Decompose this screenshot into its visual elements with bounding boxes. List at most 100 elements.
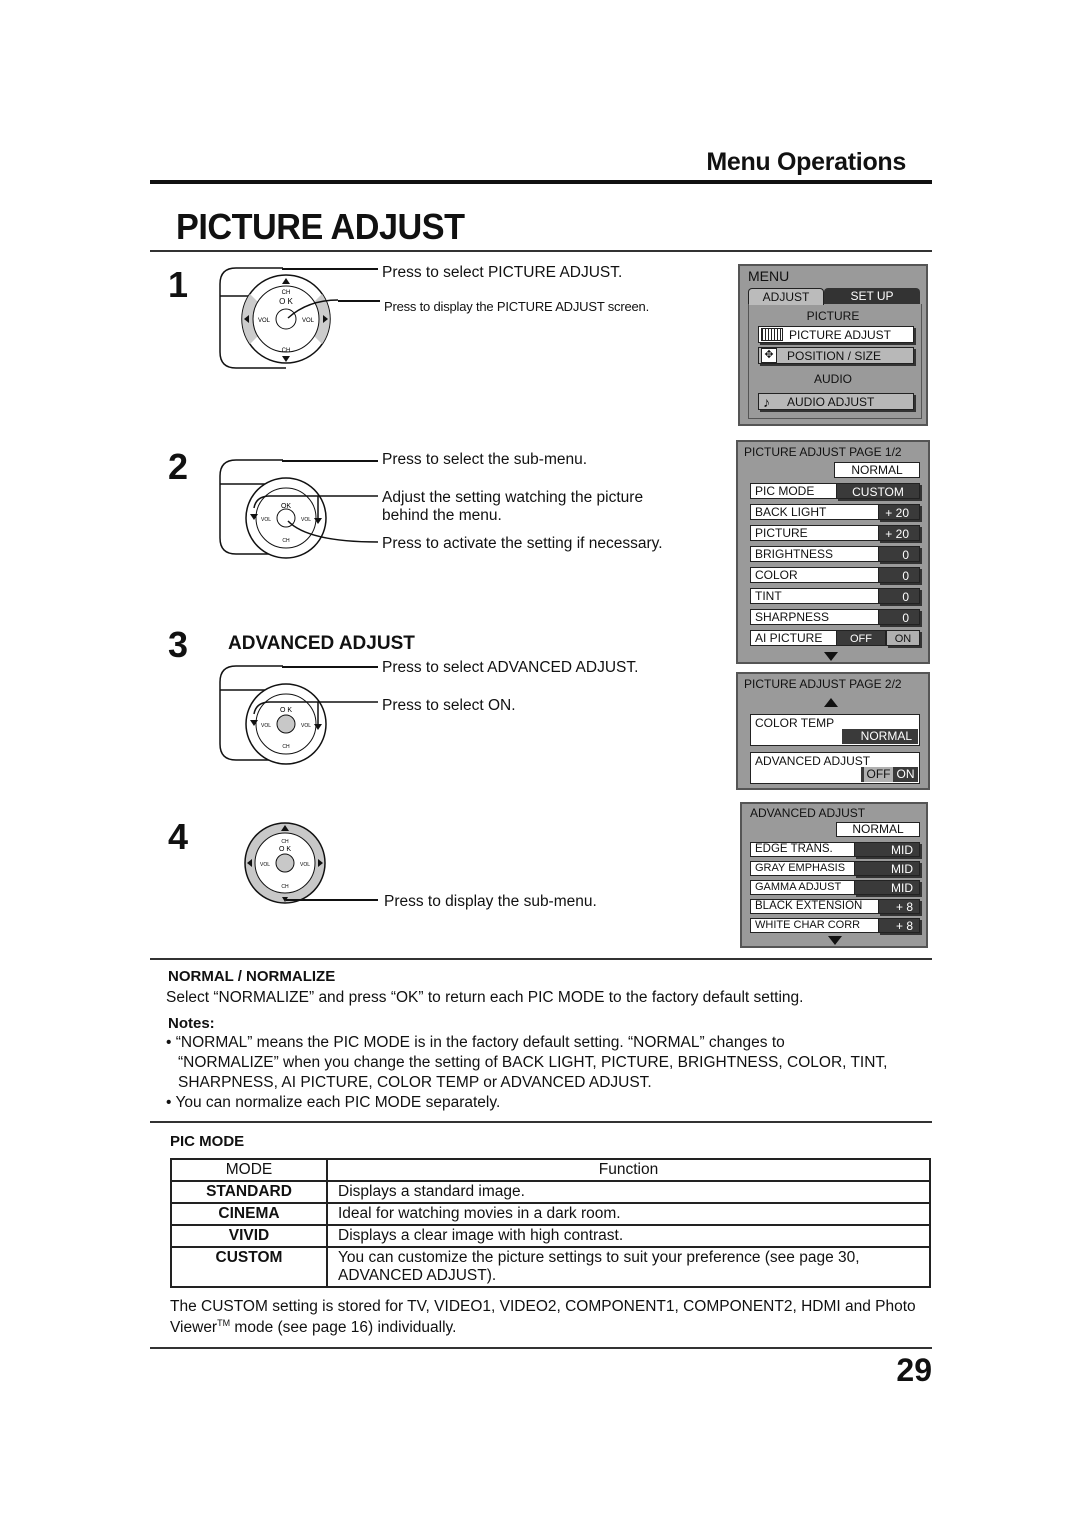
setting-row[interactable]: COLOR 0 xyxy=(750,567,920,583)
leader-line xyxy=(286,899,378,901)
svg-text:CH: CH xyxy=(282,290,291,296)
row-label: BRIGHTNESS xyxy=(750,546,878,562)
setting-row[interactable]: TINT 0 xyxy=(750,588,920,604)
column-header: MODE xyxy=(170,1158,328,1182)
setting-row[interactable]: WHITE CHAR CORR + 8 xyxy=(750,918,920,933)
setting-row[interactable]: GAMMA ADJUST MID xyxy=(750,880,920,895)
osd-title: ADVANCED ADJUST xyxy=(750,806,866,820)
off-option[interactable]: OFF xyxy=(861,767,893,782)
page-number: 29 xyxy=(896,1352,932,1388)
group-audio: AUDIO xyxy=(813,372,852,386)
row-label: EDGE TRANS. xyxy=(750,842,854,857)
row-label: BACK LIGHT xyxy=(750,504,878,520)
mode-cell: STANDARD xyxy=(170,1180,328,1204)
row-value: + 8 xyxy=(878,918,920,933)
step-3-instruction: Press to select ON. xyxy=(382,697,516,714)
advanced-adjust-row[interactable]: ADVANCED ADJUST OFF ON xyxy=(750,752,920,784)
on-option[interactable]: ON xyxy=(886,630,920,646)
setting-row[interactable]: GRAY EMPHASIS MID xyxy=(750,861,920,876)
scroll-down-icon[interactable] xyxy=(824,652,838,661)
mode-cell: VIVID xyxy=(170,1224,328,1248)
off-option[interactable]: OFF xyxy=(836,630,886,646)
function-line: You can customize the picture settings t… xyxy=(338,1249,860,1266)
section-rule xyxy=(150,1121,932,1123)
color-temp-row[interactable]: COLOR TEMP NORMAL xyxy=(750,714,920,746)
normalize-text: Select “NORMALIZE” and press “OK” to ret… xyxy=(166,989,804,1006)
row-label: SHARPNESS xyxy=(750,609,878,625)
svg-text:OK: OK xyxy=(281,503,291,510)
osd-title: PICTURE ADJUST PAGE 1/2 xyxy=(744,445,902,459)
row-value: + 8 xyxy=(878,899,920,914)
custom-footnote: The CUSTOM setting is stored for TV, VID… xyxy=(170,1298,916,1315)
header-rule xyxy=(150,180,932,184)
step-number: 4 xyxy=(168,816,189,857)
table-row: VIVID Displays a clear image with high c… xyxy=(170,1224,931,1248)
row-value: NORMAL xyxy=(842,729,918,744)
scroll-down-icon[interactable] xyxy=(828,936,842,945)
svg-text:CH: CH xyxy=(281,884,289,890)
svg-text:O K: O K xyxy=(279,297,293,306)
row-value: + 20 xyxy=(878,504,920,520)
row-value: CUSTOM xyxy=(836,483,920,499)
row-label: GAMMA ADJUST xyxy=(750,880,854,895)
column-header: Function xyxy=(326,1158,931,1182)
scroll-up-icon[interactable] xyxy=(824,698,838,707)
osd-main-menu: MENU ADJUST SET UP PICTURE PICTURE ADJUS… xyxy=(738,264,928,426)
ai-picture-row[interactable]: AI PICTURE OFF ON xyxy=(750,630,920,646)
table-row: CUSTOM You can customize the picture set… xyxy=(170,1246,931,1288)
step-4-instruction: Press to display the sub-menu. xyxy=(384,893,597,910)
setting-row[interactable]: EDGE TRANS. MID xyxy=(750,842,920,857)
leader-line xyxy=(282,268,378,270)
leader-line xyxy=(282,460,378,462)
normal-button[interactable]: NORMAL xyxy=(836,822,920,837)
setting-row[interactable]: SHARPNESS 0 xyxy=(750,609,920,625)
setting-row[interactable]: BRIGHTNESS 0 xyxy=(750,546,920,562)
page-title: PICTURE ADJUST xyxy=(176,206,465,247)
setting-row[interactable]: PICTURE + 20 xyxy=(750,525,920,541)
normal-button[interactable]: NORMAL xyxy=(834,462,920,478)
svg-text:CH: CH xyxy=(282,348,291,354)
remote-dial: CH O K VOL VOL CH xyxy=(240,820,380,906)
svg-text:CH: CH xyxy=(282,538,290,544)
pic-mode-row[interactable]: PIC MODE CUSTOM xyxy=(750,483,920,499)
row-value: MID xyxy=(854,880,920,895)
music-note-icon: ♪ xyxy=(763,393,770,410)
svg-text:VOL: VOL xyxy=(301,517,311,523)
function-cell: Ideal for watching movies in a dark room… xyxy=(326,1202,931,1226)
leader-line xyxy=(282,666,378,668)
note-line: “NORMALIZE” when you change the setting … xyxy=(178,1054,888,1071)
menu-item-picture-adjust[interactable]: PICTURE ADJUST xyxy=(758,326,914,343)
normalize-heading: NORMAL / NORMALIZE xyxy=(168,968,336,985)
tab-set-up[interactable]: SET UP xyxy=(824,288,920,304)
row-label: COLOR xyxy=(750,567,878,583)
step-2-instruction: Press to select the sub-menu. xyxy=(382,451,588,468)
menu-title: MENU xyxy=(748,268,790,284)
svg-text:VOL: VOL xyxy=(300,862,310,868)
svg-text:VOL: VOL xyxy=(260,862,270,868)
tab-adjust[interactable]: ADJUST xyxy=(748,288,824,305)
step-number: 2 xyxy=(168,446,189,487)
svg-text:VOL: VOL xyxy=(301,723,311,729)
step-1-instruction: Press to display the PICTURE ADJUST scre… xyxy=(384,299,649,314)
note-line: • You can normalize each PIC MODE separa… xyxy=(166,1094,501,1111)
function-cell: Displays a standard image. xyxy=(326,1180,931,1204)
svg-text:VOL: VOL xyxy=(258,318,271,324)
setting-row[interactable]: BLACK EXTENSION + 8 xyxy=(750,899,920,914)
menu-item-position-size[interactable]: ✥ POSITION / SIZE xyxy=(758,347,914,364)
leader-line xyxy=(338,300,380,302)
menu-item-audio-adjust[interactable]: ♪ AUDIO ADJUST xyxy=(758,393,914,410)
osd-picture-adjust-page2: PICTURE ADJUST PAGE 2/2 COLOR TEMP NORMA… xyxy=(736,672,930,790)
svg-text:VOL: VOL xyxy=(261,517,271,523)
table-row: CINEMA Ideal for watching movies in a da… xyxy=(170,1202,931,1226)
menu-item-label: PICTURE ADJUST xyxy=(789,327,892,342)
remote-dial: O K VOL VOL CH xyxy=(218,664,378,768)
function-line: ADVANCED ADJUST). xyxy=(338,1267,497,1284)
setting-row[interactable]: BACK LIGHT + 20 xyxy=(750,504,920,520)
mode-cell: CINEMA xyxy=(170,1202,328,1226)
on-option[interactable]: ON xyxy=(893,767,918,782)
step-2-instruction: Press to activate the setting if necessa… xyxy=(382,535,663,552)
title-rule xyxy=(150,250,932,252)
mode-cell: CUSTOM xyxy=(170,1246,328,1288)
svg-text:CH: CH xyxy=(282,744,290,750)
row-label: PIC MODE xyxy=(750,483,836,499)
